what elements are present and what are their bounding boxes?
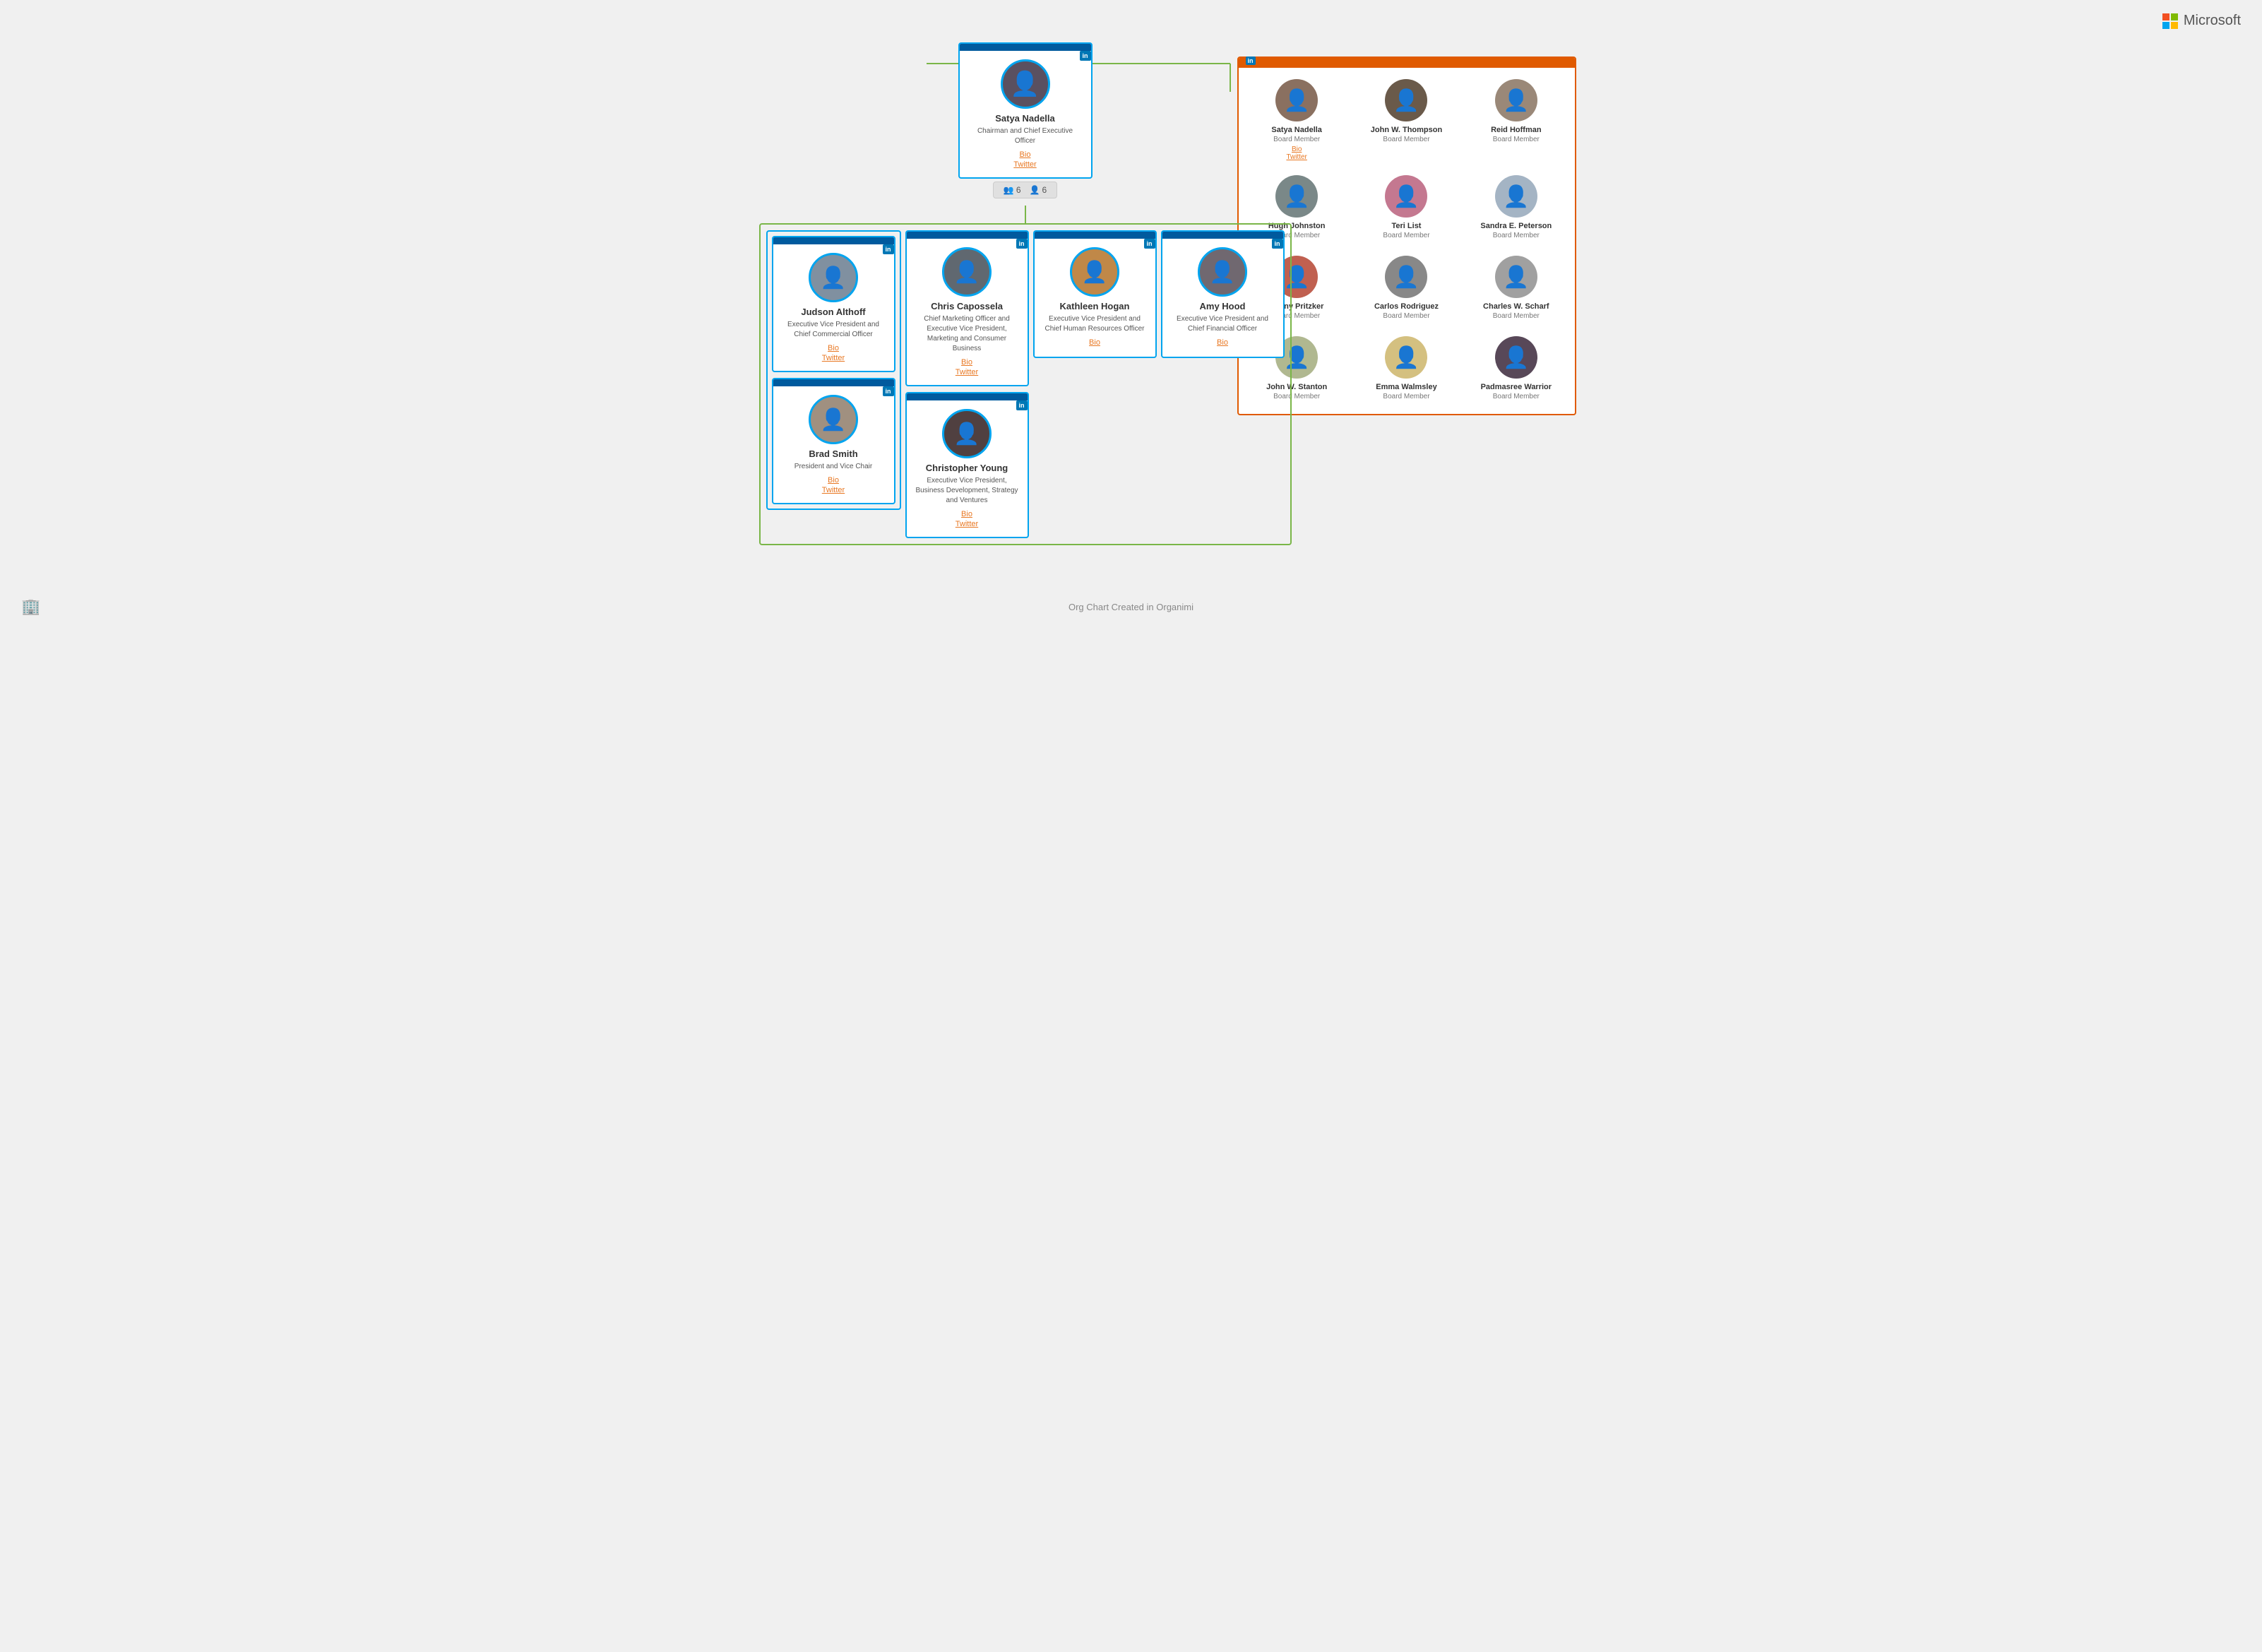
footer: 🏢 Org Chart Created in Organimi — [0, 588, 2262, 626]
judson-bio-link[interactable]: Bio — [780, 344, 887, 352]
linkedin-badge: in — [1272, 239, 1283, 249]
amy-name: Amy Hood — [1169, 301, 1276, 311]
ms-logo-text: Microsoft — [2184, 13, 2241, 29]
card-top-bar — [1035, 232, 1155, 239]
ceo-avatar: 👤 — [1001, 59, 1050, 109]
judson-name: Judson Althoff — [780, 307, 887, 317]
ms-grid-icon — [2162, 13, 2178, 29]
chris-twitter-link[interactable]: Twitter — [914, 368, 1020, 376]
christopher-bio-link[interactable]: Bio — [914, 510, 1020, 518]
badge-group-direct: 👥 6 — [1004, 185, 1021, 195]
footer-text: Org Chart Created in Organimi — [1069, 602, 1193, 612]
indirect-count: 6 — [1042, 185, 1047, 195]
chris-avatar: 👤 — [942, 247, 992, 297]
brad-card: in 👤 Brad Smith President and Vice Chair… — [772, 378, 895, 504]
linkedin-badge: in — [883, 244, 894, 254]
card-top-bar — [1162, 232, 1283, 239]
chris-bio-link[interactable]: Bio — [914, 358, 1020, 367]
ceo-bio-link[interactable]: Bio — [967, 150, 1084, 159]
kathleen-avatar: 👤 — [1070, 247, 1119, 297]
card-top-bar — [960, 44, 1091, 51]
brad-bio-link[interactable]: Bio — [780, 476, 887, 485]
brad-twitter-link[interactable]: Twitter — [780, 486, 887, 494]
footer-icon: 🏢 — [21, 598, 40, 616]
v-line-ceo — [1025, 206, 1026, 223]
card-top-bar — [907, 232, 1028, 239]
kathleen-name: Kathleen Hogan — [1042, 301, 1148, 311]
ceo-name: Satya Nadella — [967, 113, 1084, 124]
card-top-bar — [773, 379, 894, 386]
christopher-title: Executive Vice President, Business Devel… — [914, 476, 1020, 506]
group-icon: 👥 — [1004, 185, 1014, 195]
linkedin-badge: in — [1080, 51, 1091, 61]
amy-bio-link[interactable]: Bio — [1169, 338, 1276, 347]
judson-card: in 👤 Judson Althoff Executive Vice Presi… — [772, 236, 895, 372]
christopher-name: Christopher Young — [914, 463, 1020, 473]
ceo-title: Chairman and Chief Executive Officer — [967, 126, 1084, 146]
person-icon: 👤 — [1030, 185, 1040, 195]
chris-title: Chief Marketing Officer and Executive Vi… — [914, 314, 1020, 354]
linkedin-badge: in — [883, 386, 894, 396]
card-top-bar — [773, 237, 894, 244]
amy-title: Executive Vice President and Chief Finan… — [1169, 314, 1276, 334]
chris-name: Chris Capossela — [914, 301, 1020, 311]
christopher-avatar: 👤 — [942, 409, 992, 458]
chris-card: in 👤 Chris Capossela Chief Marketing Off… — [905, 230, 1029, 386]
brad-name: Brad Smith — [780, 448, 887, 459]
card-top-bar — [907, 393, 1028, 400]
judson-avatar: 👤 — [809, 253, 858, 302]
linkedin-badge: in — [1016, 239, 1028, 249]
kathleen-bio-link[interactable]: Bio — [1042, 338, 1148, 347]
ceo-section: in 👤 Satya Nadella Chairman and Chief Ex… — [468, 42, 1583, 198]
judson-twitter-link[interactable]: Twitter — [780, 354, 887, 362]
brad-avatar: 👤 — [809, 395, 858, 444]
count-badge: 👥 6 👤 6 — [993, 182, 1057, 198]
judson-title: Executive Vice President and Chief Comme… — [780, 320, 887, 340]
amy-avatar: 👤 — [1198, 247, 1247, 297]
kathleen-card: in 👤 Kathleen Hogan Executive Vice Presi… — [1033, 230, 1157, 358]
kathleen-title: Executive Vice President and Chief Human… — [1042, 314, 1148, 334]
christopher-card: in 👤 Christopher Young Executive Vice Pr… — [905, 392, 1029, 538]
ceo-twitter-link[interactable]: Twitter — [967, 160, 1084, 169]
ceo-person-card: in 👤 Satya Nadella Chairman and Chief Ex… — [958, 42, 1093, 179]
brad-title: President and Vice Chair — [780, 462, 887, 472]
direct-count: 6 — [1016, 185, 1021, 195]
linkedin-badge: in — [1144, 239, 1155, 249]
ceo-card: in 👤 Satya Nadella Chairman and Chief Ex… — [958, 42, 1093, 198]
microsoft-logo: Microsoft — [2162, 13, 2241, 29]
amy-card: in 👤 Amy Hood Executive Vice President a… — [1161, 230, 1285, 358]
christopher-twitter-link[interactable]: Twitter — [914, 520, 1020, 528]
linkedin-badge: in — [1016, 400, 1028, 410]
badge-group-indirect: 👤 6 — [1030, 185, 1047, 195]
